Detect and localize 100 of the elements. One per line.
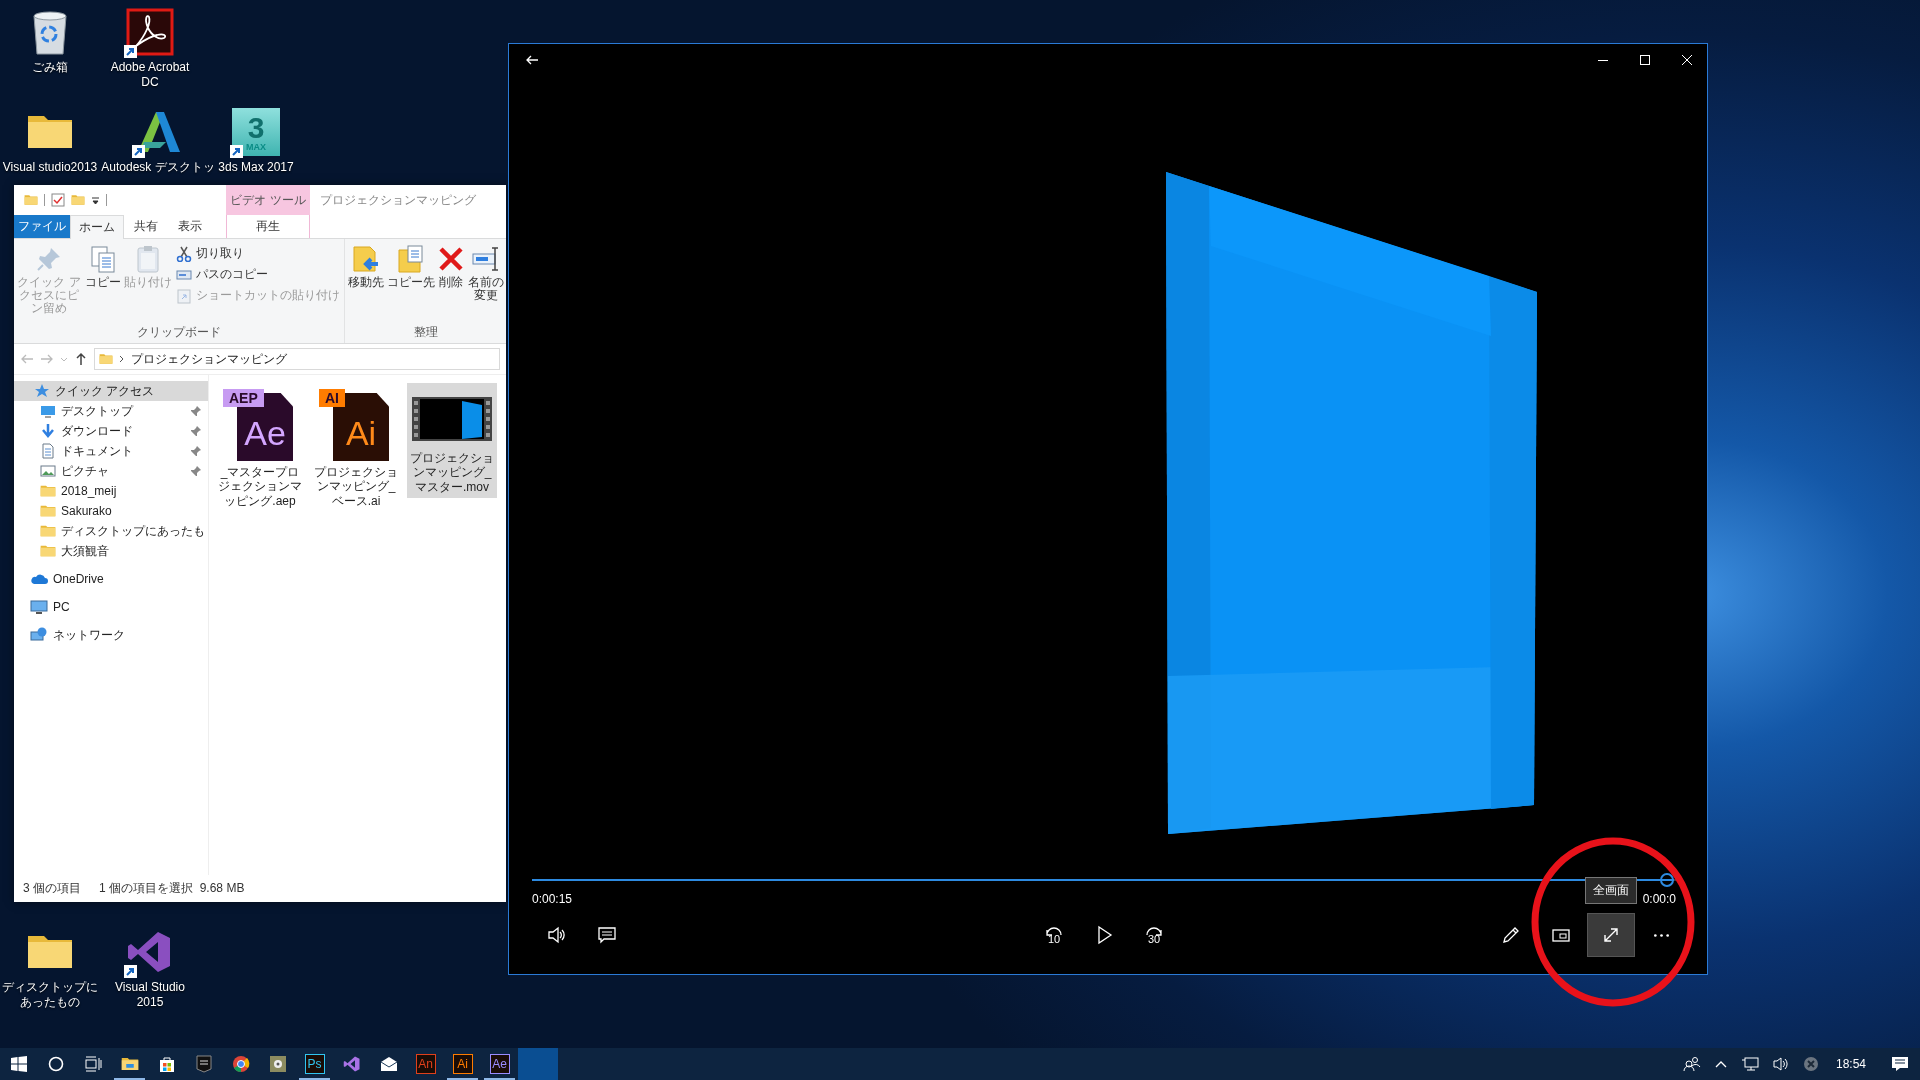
ribbon-tab[interactable]: ホーム — [70, 215, 124, 239]
desktop-icon-label[interactable]: Visual Studio 2015 — [101, 980, 199, 1010]
context-tab-group: ビデオ ツール — [226, 185, 310, 215]
rewind-arc-icon — [1044, 925, 1064, 936]
nav-item[interactable]: 2018_meij — [14, 481, 208, 501]
folder-icon — [40, 483, 56, 499]
skip-forward-button[interactable]: 30 — [1131, 914, 1177, 956]
nav-item[interactable]: デスクトップ — [14, 401, 208, 421]
window-title: プロジェクションマッピング — [320, 191, 476, 209]
back-arrow-icon — [525, 53, 539, 67]
caret-icon — [60, 355, 68, 363]
star-icon — [34, 383, 50, 399]
desktop-icon-label[interactable]: ディスクトップにあったもの — [1, 980, 99, 1010]
ribbon-tab[interactable]: 再生 — [226, 215, 310, 238]
close-button[interactable] — [1681, 54, 1693, 66]
nav-item[interactable]: ディスクトップにあったも — [14, 521, 208, 541]
maximize-icon — [1639, 54, 1651, 66]
monitor-icon — [40, 403, 56, 419]
taskbar-app[interactable]: Ps — [296, 1048, 333, 1080]
folder-icon — [40, 503, 56, 519]
network-icon — [30, 627, 48, 643]
ribbon-tab[interactable]: 表示 — [168, 215, 212, 238]
desktop-icon-label[interactable]: Autodesk デスクトッ — [101, 160, 215, 175]
image-icon — [40, 463, 56, 479]
ribbon-command[interactable]: パスのコピー — [174, 265, 342, 284]
app-logo: Ae — [489, 1054, 510, 1074]
dropdown-icon — [91, 195, 100, 205]
chevron-up-icon — [1714, 1060, 1727, 1068]
taskbar-app[interactable]: Ae — [481, 1048, 518, 1080]
move-folder-icon — [351, 244, 381, 274]
up-arrow-icon — [74, 352, 88, 366]
forward-arrow-icon — [40, 352, 54, 366]
folder-icon — [119, 1055, 140, 1073]
scissors-icon — [176, 245, 192, 262]
folder-icon — [71, 193, 85, 207]
folder-icon — [24, 193, 38, 207]
pencil-icon — [1501, 925, 1521, 945]
app-logo: Ps — [304, 1054, 325, 1074]
file-name: プロジェクションマッピング_マスター.mov — [409, 451, 495, 495]
back-button[interactable] — [525, 53, 539, 67]
windows-logo-icon — [10, 1056, 27, 1072]
folder-icon — [40, 523, 56, 539]
maximize-button[interactable] — [1639, 54, 1651, 66]
ribbon-command[interactable]: 名前の変更 — [467, 242, 505, 324]
task-view-icon — [83, 1056, 102, 1072]
nav-item[interactable]: OneDrive — [14, 569, 208, 589]
film-reel-icon — [268, 1055, 287, 1073]
app-logo: An — [415, 1054, 436, 1074]
ribbon-command[interactable]: 削除 — [437, 242, 465, 324]
ribbon-command[interactable]: コピー — [84, 242, 122, 324]
speaker-icon — [1772, 1056, 1789, 1072]
rewind-button[interactable]: 10 — [1031, 914, 1077, 956]
document-icon — [40, 443, 56, 459]
app-logo: 3 MAX — [232, 108, 280, 156]
chevron-icon — [119, 355, 125, 363]
taskbar-app[interactable]: An — [407, 1048, 444, 1080]
close-icon — [1681, 54, 1693, 66]
breadcrumb[interactable]: プロジェクションマッピング — [131, 350, 287, 368]
circle-icon — [47, 1056, 64, 1072]
item-count: 3 個の項目 — [23, 880, 81, 897]
file-item[interactable]: プロジェクションマッピング_マスター.mov — [407, 383, 497, 499]
tooltip: 全画面 — [1585, 877, 1637, 904]
ribbon-tab[interactable]: 共有 — [124, 215, 168, 238]
file-name: _マスタープロジェクションマッピング.aep — [217, 465, 303, 509]
nav-item[interactable]: Sakurako — [14, 501, 208, 521]
desktop-icon-label[interactable]: Adobe Acrobat DC — [101, 60, 199, 90]
seek-handle[interactable] — [1659, 873, 1674, 887]
envelope-icon — [379, 1055, 398, 1073]
nav-item[interactable]: ドキュメント — [14, 441, 208, 461]
selection-info: 1 個の項目を選択 9.68 MB — [99, 880, 245, 897]
ribbon-tab[interactable]: ファイル — [14, 215, 70, 238]
app-logo: Ai — [452, 1054, 473, 1074]
ribbon-command[interactable]: コピー先 — [387, 242, 435, 324]
nav-item[interactable]: ピクチャ — [14, 461, 208, 481]
shield-logo-icon — [195, 1055, 212, 1073]
browser-logo-icon — [231, 1055, 250, 1073]
ribbon-command[interactable]: 切り取り — [174, 244, 342, 263]
people-icon — [1682, 1056, 1701, 1072]
taskbar-app[interactable]: Ai — [444, 1048, 481, 1080]
address-bar[interactable]: プロジェクションマッピング — [94, 348, 500, 370]
file-item[interactable]: AEP Ae _マスタープロジェクションマッピング.aep — [215, 383, 305, 513]
nav-item[interactable]: ダウンロード — [14, 421, 208, 441]
file-item[interactable]: AI Ai プロジェクションマッピング_ベース.ai — [311, 383, 401, 513]
nav-item[interactable]: 大須観音 — [14, 541, 208, 561]
nav-item[interactable]: PC — [14, 597, 208, 617]
network-icon — [1740, 1056, 1759, 1072]
file-name: プロジェクションマッピング_ベース.ai — [313, 465, 399, 509]
fullscreen-button[interactable] — [1588, 914, 1634, 956]
elapsed-time: 0:00:15 — [532, 892, 573, 906]
ribbon-command[interactable]: 移動先 — [347, 242, 385, 324]
notification-icon — [1891, 1056, 1909, 1072]
copy-folder-icon — [396, 244, 426, 274]
ribbon-group-label: クリップボード — [136, 324, 222, 341]
nav-item[interactable]: クイック アクセス — [14, 381, 208, 401]
up-button[interactable] — [74, 352, 88, 366]
desktop-icon-label[interactable]: Visual studio2013 — [2, 160, 98, 175]
desktop-icon-label[interactable]: ごみ箱 — [32, 60, 68, 75]
desktop-icon-label[interactable]: 3ds Max 2017 — [218, 160, 294, 175]
nav-item[interactable]: ネットワーク — [14, 625, 208, 645]
clock[interactable]: 18:54 — [1835, 1057, 1866, 1071]
